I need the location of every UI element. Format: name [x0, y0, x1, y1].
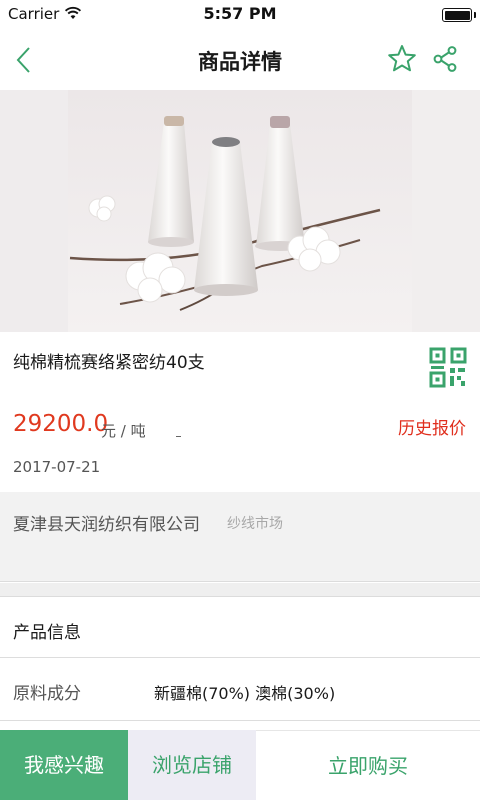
share-icon[interactable] [428, 42, 462, 76]
yarn-cones-illustration [0, 90, 480, 332]
product-summary: 纯棉精梳赛络紧密纺40支 29200.0 元 / 吨 历史报价 2017-07-… [0, 332, 480, 492]
info-row: 原料成分 新疆棉(70%) 澳棉(30%) [0, 659, 480, 721]
info-row-value: 新疆棉(70%) 澳棉(30%) [154, 684, 336, 703]
product-price: 29200.0 [13, 411, 109, 437]
interest-button[interactable]: 我感兴趣 [0, 730, 128, 800]
divider-mark [176, 436, 181, 437]
market-tag: 纱线市场 [227, 516, 283, 532]
star-outline-icon[interactable] [384, 41, 420, 77]
battery-tip [474, 12, 476, 18]
qr-code-icon[interactable] [428, 346, 468, 390]
clock-time: 5:57 PM [203, 4, 277, 23]
browse-shop-button[interactable]: 浏览店铺 [128, 730, 256, 800]
product-image [0, 90, 480, 332]
battery-level-fill [444, 10, 470, 20]
navigation-bar: 商品详情 [0, 30, 480, 90]
history-price-link[interactable]: 历史报价 [398, 414, 466, 439]
section-divider [0, 583, 480, 597]
info-row-label: 原料成分 [13, 684, 81, 704]
listing-date: 2017-07-21 [13, 458, 101, 476]
buy-now-button[interactable]: 立即购买 [256, 730, 480, 800]
status-bar: Carrier 5:57 PM [0, 0, 480, 30]
battery-icon [442, 8, 472, 22]
product-info-header: 产品信息 [0, 598, 480, 658]
price-unit: 元 / 吨 [101, 422, 146, 440]
bottom-action-bar: 我感兴趣 浏览店铺 立即购买 [0, 730, 480, 800]
section-title: 产品信息 [13, 623, 81, 643]
company-name: 夏津县天润纺织有限公司 [13, 515, 200, 535]
company-info[interactable]: 夏津县天润纺织有限公司 纱线市场 [0, 492, 480, 582]
product-name: 纯棉精梳赛络紧密纺40支 [13, 353, 205, 373]
